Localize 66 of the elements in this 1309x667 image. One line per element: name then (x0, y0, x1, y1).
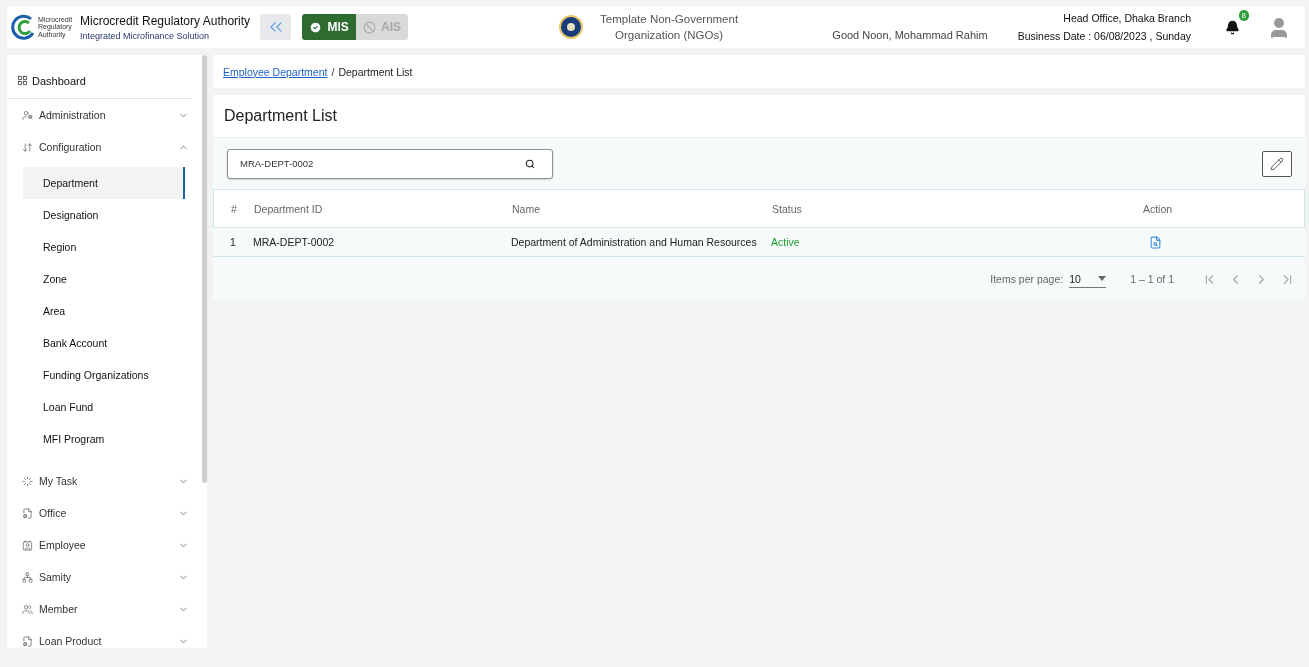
status-text: Active (771, 236, 801, 248)
sidebar-group[interactable]: Office (7, 497, 199, 529)
breadcrumb-separator: / (331, 65, 335, 78)
file-search-icon (1148, 235, 1162, 249)
column-header: # (230, 202, 238, 215)
search-icon (525, 158, 535, 169)
page-size-value: 10 (1069, 272, 1081, 285)
sort-arrows-icon (22, 141, 33, 153)
user-gear-icon (22, 109, 33, 121)
sidebar-group[interactable]: My Task (7, 465, 199, 497)
collapse-button[interactable] (260, 14, 292, 40)
ban-icon (363, 20, 377, 34)
file-gear-icon (22, 635, 33, 647)
page-size-select[interactable]: 10 (1069, 270, 1107, 288)
business-date: Business Date : 06/08/2023 , Sunday (1017, 30, 1191, 42)
column-header: Department ID (254, 202, 324, 215)
file-gear-icon (22, 507, 33, 519)
column-header: Status (772, 202, 803, 215)
notification-button[interactable] (1224, 19, 1240, 35)
table-cell-text: MRA-DEPT-0002 (253, 236, 336, 248)
pencil-icon (1270, 156, 1284, 171)
sidebar-item[interactable]: Region (23, 231, 185, 263)
sidebar-item[interactable]: Department (23, 167, 185, 199)
seal-icon (558, 14, 585, 40)
network-icon (22, 571, 33, 583)
column-header: Name (512, 202, 541, 215)
sidebar-group[interactable]: Employee (7, 529, 199, 561)
sidebar-group[interactable]: Loan Product (7, 625, 199, 648)
search-field[interactable]: MRA-DEPT-0002 (227, 148, 553, 179)
notification-count: 8 (1238, 10, 1249, 21)
sidebar-item[interactable]: Zone (23, 263, 185, 295)
page-title: Department List (224, 107, 337, 125)
organization-name: Template Non-Government Organization (NGOs) (599, 12, 740, 43)
breadcrumb-current: Department List (338, 65, 413, 78)
sidebar-group[interactable]: Configuration (7, 131, 199, 163)
grid-icon (17, 75, 28, 86)
scrollbar-thumb[interactable] (202, 55, 207, 483)
check-circle-icon (309, 20, 323, 34)
users-icon (22, 603, 33, 615)
greeting: Good Noon, Mohammad Rahim (832, 29, 988, 43)
edit-columns-button[interactable] (1262, 150, 1292, 177)
contact-card-icon (22, 539, 33, 551)
sidebar-group[interactable]: Member (7, 593, 199, 625)
sidebar-item[interactable]: Bank Account (23, 327, 185, 359)
sidebar-item[interactable]: Funding Organizations (23, 359, 185, 391)
caret-icon (1098, 276, 1107, 281)
items-per-page-label: Items per page: (990, 273, 1064, 285)
sidebar-group[interactable]: Administration (7, 99, 199, 131)
dashboard-link[interactable]: Dashboard (7, 63, 192, 99)
app-subtitle: Integrated Microfinance Solution (80, 30, 211, 41)
table-cell-text: Department of Administration and Human Resources (511, 236, 758, 248)
sidebar-item[interactable]: Loan Fund (23, 391, 185, 423)
table-cell-text: 1 (229, 236, 237, 248)
breadcrumb-link[interactable]: Employee Department (223, 65, 328, 78)
app-title: Microcredit Regulatory Authority (80, 13, 251, 28)
logo-mark-icon (11, 14, 37, 40)
office-name: Head Office, Dhaka Branch (1063, 12, 1191, 24)
sidebar-item[interactable]: MFI Program (23, 423, 185, 455)
column-header: Action (1141, 202, 1174, 215)
sidebar-item[interactable]: Area (23, 295, 185, 327)
sidebar-group[interactable]: Samity (7, 561, 199, 593)
page-range: 1 – 1 of 1 (1130, 273, 1174, 285)
view-icon[interactable] (1148, 235, 1162, 249)
sidebar-item[interactable]: Designation (23, 199, 185, 231)
spinner-icon (22, 475, 33, 487)
module-button[interactable]: MIS (302, 14, 357, 40)
